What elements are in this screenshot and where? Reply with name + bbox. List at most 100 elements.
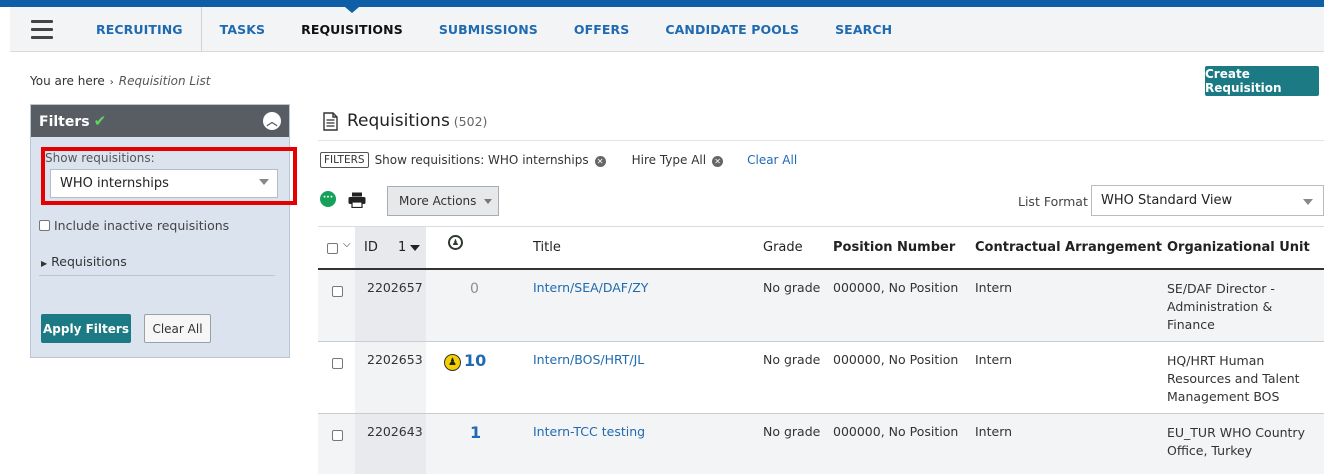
table-row[interactable]: 2202653 ♟ 10 Intern/BOS/HRT/JL No grade 0… <box>318 342 1324 414</box>
nav-tasks[interactable]: TASKS <box>200 6 283 52</box>
applied-filters: FILTERS Show requisitions: WHO internshi… <box>320 152 797 168</box>
grade: No grade <box>763 280 821 295</box>
table-header: ⌵ ID 1 ♟ Title Grade Position Number Con… <box>318 226 1324 270</box>
table-row[interactable]: 2202643 1 Intern-TCC testing No grade 00… <box>318 414 1324 474</box>
requisitions-count: (502) <box>453 114 488 129</box>
org-line: Office, Turkey <box>1167 443 1253 458</box>
remove-filter-icon[interactable]: ✕ <box>712 156 724 167</box>
main-nav: RECRUITING TASKS REQUISITIONS SUBMISSION… <box>10 6 1324 52</box>
collapse-up-icon[interactable]: ︿ <box>263 112 281 130</box>
organizational-unit: SE/DAF Director - Administration & Finan… <box>1167 280 1275 334</box>
requisitions-title: Requisitions <box>347 111 450 131</box>
applied-filter-label: Show requisitions: WHO internships <box>374 153 589 167</box>
chevron-down-icon <box>484 198 493 204</box>
requisitions-table: ⌵ ID 1 ♟ Title Grade Position Number Con… <box>318 226 1324 474</box>
position-number: 000000, No Position <box>833 352 959 367</box>
print-icon[interactable] <box>348 192 366 208</box>
header-title[interactable]: Title <box>533 240 561 255</box>
applied-filter-label: Hire Type All <box>631 153 707 167</box>
new-candidate-icon: ♟ <box>444 354 461 371</box>
filters-header: Filters ✔ ︿ <box>31 105 289 137</box>
grade: No grade <box>763 424 821 439</box>
header-id[interactable]: ID <box>364 240 378 255</box>
requisitions-toggle[interactable]: ▶ Requisitions <box>41 254 127 269</box>
submission-count[interactable]: 1 <box>470 423 481 442</box>
row-checkbox[interactable] <box>332 358 343 369</box>
sort-desc-icon <box>410 244 421 251</box>
requisition-id: 2202643 <box>367 424 423 439</box>
org-line: Administration & <box>1167 299 1273 314</box>
remove-filter-icon[interactable]: ✕ <box>594 156 606 167</box>
checkmark-icon: ✔ <box>93 112 107 130</box>
org-line: Management BOS <box>1167 389 1280 404</box>
breadcrumb: You are here › Requisition List <box>30 74 210 88</box>
chevron-down-icon <box>1303 199 1313 205</box>
id-column-shade <box>355 414 426 474</box>
requisition-title-link[interactable]: Intern/BOS/HRT/JL <box>533 352 644 367</box>
nav-recruiting[interactable]: RECRUITING <box>74 7 201 52</box>
menu-icon[interactable] <box>10 7 74 52</box>
include-inactive-option[interactable]: Include inactive requisitions <box>39 218 229 233</box>
filters-title: Filters <box>39 114 90 130</box>
breadcrumb-current: Requisition List <box>118 74 211 88</box>
list-format-label: List Format <box>1018 194 1088 209</box>
include-inactive-label: Include inactive requisitions <box>54 218 230 233</box>
chevron-down-icon[interactable]: ⌵ <box>343 239 351 250</box>
submission-count-cell[interactable]: ♟ 10 <box>444 351 486 371</box>
document-icon <box>323 111 338 131</box>
header-grade[interactable]: Grade <box>763 240 803 255</box>
applied-filter: Show requisitions: WHO internships ✕ <box>375 153 606 167</box>
nav-search[interactable]: SEARCH <box>817 7 910 52</box>
nav-offers[interactable]: OFFERS <box>556 7 647 52</box>
filters-tag: FILTERS <box>320 152 369 168</box>
org-line: Finance <box>1167 317 1215 332</box>
header-organizational-unit[interactable]: Organizational Unit <box>1167 240 1310 255</box>
table-row[interactable]: 2202657 0 Intern/SEA/DAF/ZY No grade 000… <box>318 270 1324 342</box>
contractual-arrangement: Intern <box>975 352 1013 367</box>
header-position-number[interactable]: Position Number <box>833 240 955 255</box>
nav-submissions[interactable]: SUBMISSIONS <box>421 7 556 52</box>
divider <box>318 140 1324 141</box>
requisition-id: 2202653 <box>367 352 423 367</box>
header-id-label: ID <box>364 240 378 255</box>
row-checkbox[interactable] <box>332 286 343 297</box>
include-inactive-checkbox[interactable] <box>39 220 50 231</box>
nav-candidate-pools[interactable]: CANDIDATE POOLS <box>647 7 817 52</box>
more-actions-button[interactable]: More Actions <box>387 186 499 216</box>
select-all-checkbox[interactable] <box>327 243 338 254</box>
chat-icon[interactable]: ··· <box>320 191 336 207</box>
submission-count[interactable]: 0 <box>470 281 479 297</box>
org-line: EU_TUR WHO Country <box>1167 425 1305 440</box>
highlight-box <box>41 147 297 205</box>
clear-all-button[interactable]: Clear All <box>144 314 211 343</box>
org-line: SE/DAF Director - <box>1167 281 1275 296</box>
sort-order: 1 <box>398 240 407 255</box>
clear-all-link[interactable]: Clear All <box>747 153 797 167</box>
contractual-arrangement: Intern <box>975 280 1013 295</box>
organizational-unit: EU_TUR WHO Country Office, Turkey <box>1167 424 1305 460</box>
breadcrumb-prefix: You are here <box>30 74 105 88</box>
more-actions-label: More Actions <box>399 194 477 208</box>
requisitions-toggle-label: Requisitions <box>51 254 127 269</box>
nav-requisitions[interactable]: REQUISITIONS <box>283 6 421 52</box>
filters-panel: Filters ✔ ︿ Show requisitions: WHO intern… <box>30 104 297 358</box>
requisition-title-link[interactable]: Intern-TCC testing <box>533 424 645 439</box>
position-number: 000000, No Position <box>833 424 959 439</box>
org-line: HQ/HRT Human <box>1167 353 1265 368</box>
submissions-icon[interactable]: ♟ <box>448 235 463 250</box>
sort-indicator[interactable]: 1 <box>398 240 421 255</box>
list-format-select[interactable]: WHO Standard View <box>1091 185 1324 216</box>
list-format-value: WHO Standard View <box>1101 193 1233 208</box>
applied-filter: Hire Type All ✕ <box>631 153 724 167</box>
chevron-right-icon: › <box>109 77 114 88</box>
org-line: Resources and Talent <box>1167 371 1300 386</box>
requisition-title-link[interactable]: Intern/SEA/DAF/ZY <box>533 280 648 295</box>
submission-count[interactable]: 10 <box>464 351 486 370</box>
create-requisition-button[interactable]: Create Requisition <box>1205 66 1319 96</box>
active-caret-icon <box>344 6 359 13</box>
header-contractual-arrangement[interactable]: Contractual Arrangement <box>975 240 1162 255</box>
caret-right-icon: ▶ <box>41 259 48 268</box>
grade: No grade <box>763 352 821 367</box>
row-checkbox[interactable] <box>332 430 343 441</box>
apply-filters-button[interactable]: Apply Filters <box>41 314 131 343</box>
